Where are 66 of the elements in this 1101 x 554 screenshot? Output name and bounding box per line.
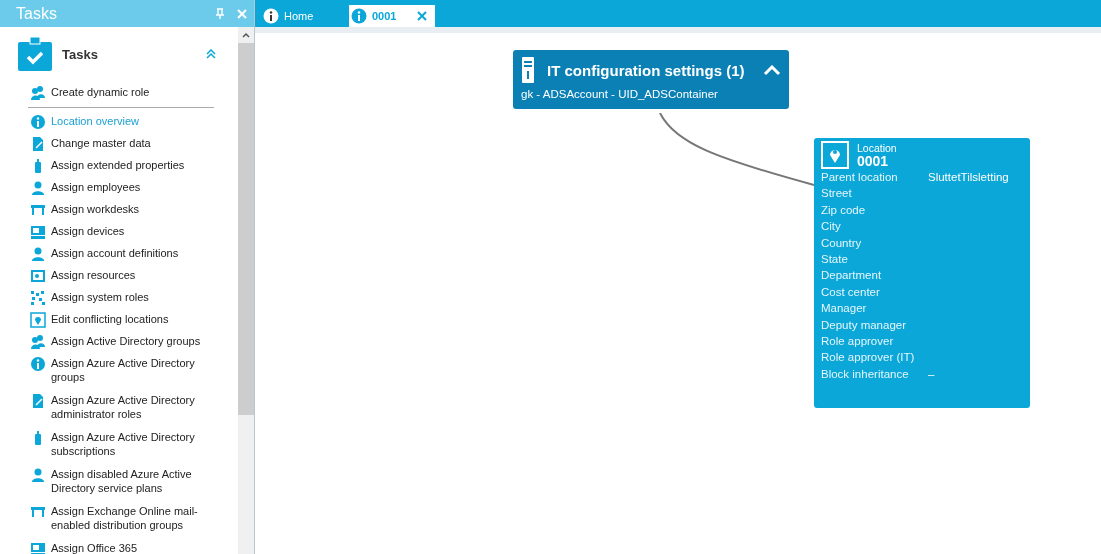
task-item[interactable]: Assign account definitions bbox=[30, 246, 210, 268]
task-icon bbox=[30, 467, 46, 483]
property-label: Country bbox=[821, 236, 863, 249]
info-icon bbox=[263, 8, 279, 24]
node-type: Location bbox=[857, 141, 897, 154]
task-item[interactable]: Assign Office 365 bbox=[30, 541, 210, 554]
task-icon bbox=[30, 393, 46, 409]
property-label: Role approver bbox=[821, 334, 895, 347]
property-label: Role approver (IT) bbox=[821, 351, 916, 364]
caret-up-icon bbox=[242, 32, 250, 38]
section-title: Tasks bbox=[62, 46, 99, 62]
panel-title: Tasks bbox=[16, 4, 58, 23]
task-icon bbox=[30, 356, 46, 372]
clipboard-check-icon bbox=[18, 37, 52, 71]
task-icon bbox=[30, 312, 46, 328]
task-item[interactable]: Assign disabled Azure Active Directory service plans bbox=[30, 467, 210, 504]
task-item[interactable]: Assign Azure Active Directory administrator roles bbox=[30, 393, 210, 430]
node-title: IT configuration settings (1) bbox=[547, 61, 746, 79]
task-icon bbox=[30, 114, 46, 130]
task-icon bbox=[30, 246, 46, 262]
property-label: City bbox=[821, 220, 842, 233]
pin-button[interactable] bbox=[214, 7, 226, 20]
task-item[interactable]: Assign devices bbox=[30, 224, 210, 246]
task-icon bbox=[30, 290, 46, 306]
property-value: – bbox=[928, 367, 935, 380]
task-item[interactable]: Assign extended properties bbox=[30, 158, 210, 180]
property-label: Manager bbox=[821, 302, 868, 315]
property-label: Deputy manager bbox=[821, 318, 908, 331]
task-item[interactable]: Assign employees bbox=[30, 180, 210, 202]
collapse-button[interactable] bbox=[206, 49, 216, 59]
property-label: Zip code bbox=[821, 203, 867, 216]
property-label: Block inheritance bbox=[821, 367, 910, 380]
task-item[interactable]: Assign resources bbox=[30, 268, 210, 290]
task-icon bbox=[30, 202, 46, 218]
task-icon bbox=[30, 180, 46, 196]
close-button[interactable] bbox=[236, 7, 248, 20]
task-item[interactable]: Assign Active Directory groups bbox=[30, 334, 210, 356]
property-label: State bbox=[821, 252, 849, 265]
property-label: Street bbox=[821, 187, 853, 200]
property-value: SluttetTilsletting bbox=[928, 171, 1009, 183]
node-title: 0001 bbox=[857, 153, 890, 169]
task-item[interactable]: Assign system roles bbox=[30, 290, 210, 312]
task-icon bbox=[30, 504, 46, 520]
settings-node[interactable]: IT configuration settings (1) gk - ADSAccount - UID_ADSContainer bbox=[513, 50, 789, 109]
server-tower-icon bbox=[521, 56, 535, 84]
info-icon bbox=[351, 8, 367, 24]
task-icon bbox=[30, 334, 46, 350]
task-icon bbox=[30, 224, 46, 240]
task-item[interactable]: Assign workdesks bbox=[30, 202, 210, 224]
task-icon bbox=[30, 85, 46, 101]
task-item[interactable]: Create dynamic role bbox=[30, 85, 210, 107]
task-item[interactable]: Change master data bbox=[30, 136, 210, 158]
task-icon bbox=[30, 268, 46, 284]
close-icon[interactable] bbox=[417, 11, 427, 21]
task-icon bbox=[30, 136, 46, 152]
property-label: Cost center bbox=[821, 285, 881, 298]
scrollbar-thumb[interactable] bbox=[238, 43, 254, 415]
collapse-icon[interactable] bbox=[763, 64, 781, 76]
map-pin-icon bbox=[821, 141, 849, 169]
property-label: Parent location bbox=[821, 171, 899, 183]
node-subtitle: gk - ADSAccount - UID_ADSContainer bbox=[521, 88, 719, 100]
task-item[interactable]: Assign Exchange Online mail-enabled distribution groups bbox=[30, 504, 210, 541]
task-item[interactable]: Edit conflicting locations bbox=[30, 312, 210, 334]
task-item[interactable]: Assign Azure Active Directory subscriptions bbox=[30, 430, 210, 467]
task-item[interactable]: Assign Azure Active Directory groups bbox=[30, 356, 210, 393]
property-label: Department bbox=[821, 269, 883, 282]
